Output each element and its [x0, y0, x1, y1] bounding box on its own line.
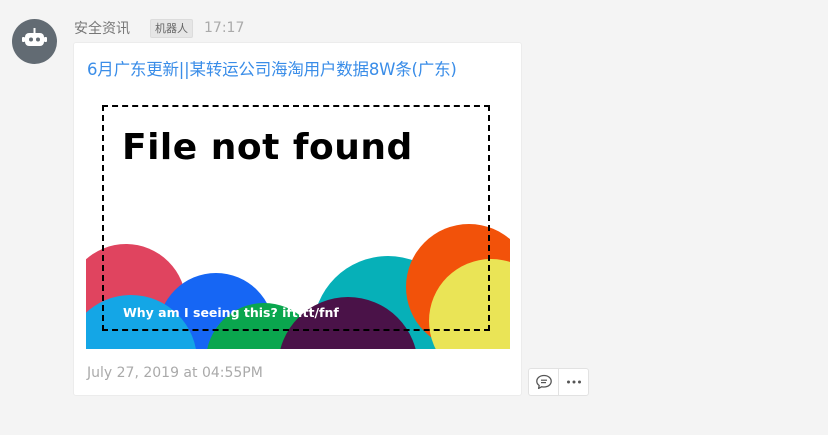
message-time: 17:17 [204, 20, 245, 36]
article-title-link[interactable]: 6月广东更新||某转运公司海淘用户数据8W条(广东) [87, 56, 457, 80]
comment-icon [535, 374, 552, 390]
more-button[interactable] [558, 369, 588, 395]
message-header: 安全资讯 机器人 17:17 [74, 17, 244, 39]
post-date: July 27, 2019 at 04:55PM [87, 365, 263, 381]
file-not-found-heading: File not found [122, 127, 413, 168]
bot-avatar[interactable] [12, 19, 57, 64]
robot-icon [22, 28, 47, 46]
more-icon [566, 380, 581, 384]
bot-badge: 机器人 [150, 18, 193, 38]
file-not-found-link-text: Why am I seeing this? ift.tt/fnf [123, 305, 339, 320]
sender-name[interactable]: 安全资讯 [74, 18, 130, 38]
message-actions [528, 368, 589, 396]
comment-button[interactable] [529, 369, 558, 395]
message-card: 6月广东更新||某转运公司海淘用户数据8W条(广东) File not foun… [73, 42, 522, 396]
article-image[interactable]: File not found Why am I seeing this? ift… [86, 99, 510, 349]
